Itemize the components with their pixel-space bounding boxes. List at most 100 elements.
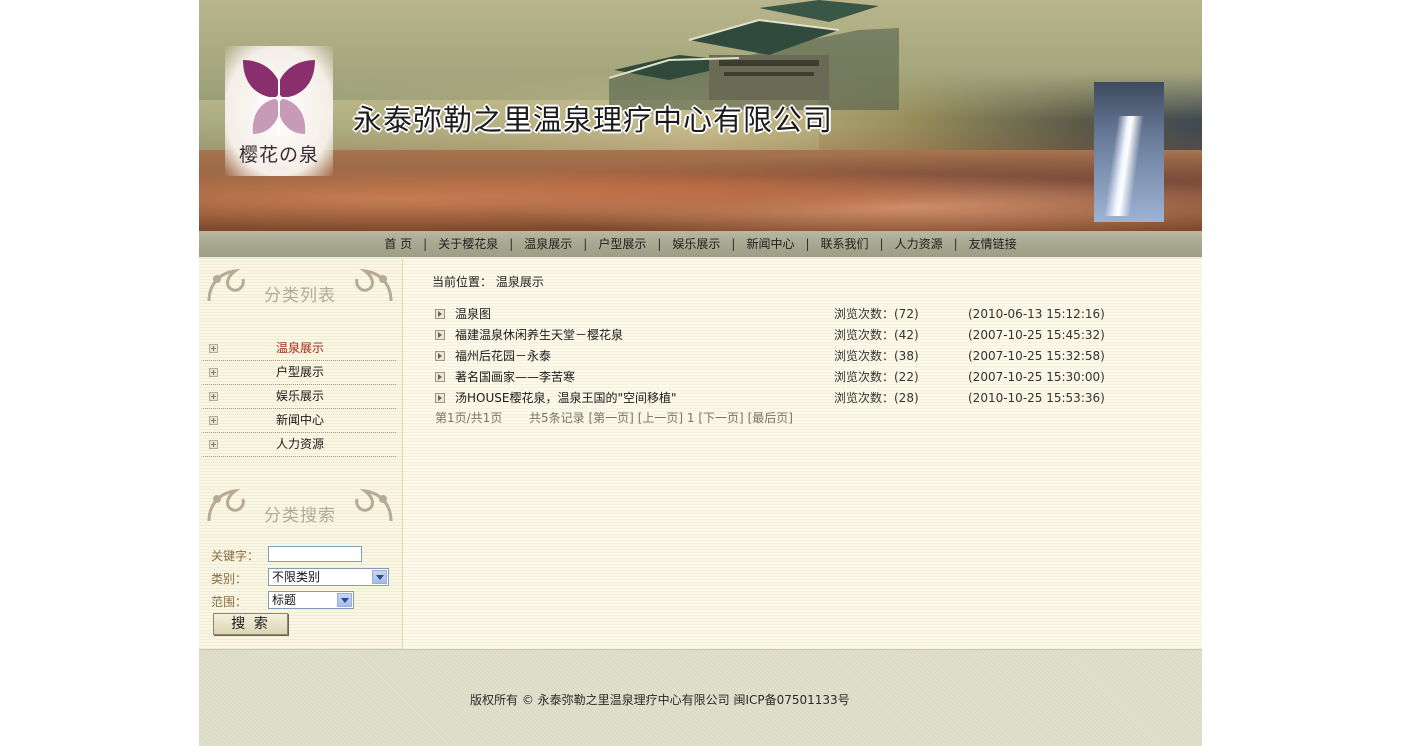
category-label: 类别： [211,572,248,586]
article-row: 福州后花园－永泰 浏览次数：(38) (2007-10-25 15:32:58) [435,346,1115,367]
article-title-link[interactable]: 福建温泉休闲养生天堂－樱花泉 [455,325,623,346]
nav-item[interactable]: 新闻中心 [746,237,794,251]
article-title-link[interactable]: 汤HOUSE樱花泉，温泉王国的"空间移植" [455,388,677,409]
expand-plus-icon [209,344,218,353]
main-content: 当前位置： 温泉展示 温泉图 浏览次数：(72) (2010-06-13 15:12… [403,259,1202,649]
article-title-link[interactable]: 福州后花园－永泰 [455,346,551,367]
article-date: (2010-10-25 15:53:36) [968,391,1105,405]
category-list-title: 分类列表 [264,286,336,306]
category-select-value: 不限类别 [272,570,321,584]
nav-item[interactable]: 首 页 [384,237,412,251]
category-item-label[interactable]: 新闻中心 [276,409,324,432]
category-row: 类别： 不限类别 [211,568,397,591]
arrow-bullet-icon [435,393,445,403]
main-nav: 首 页 | 关于樱花泉 | 温泉展示 | 户型展示 | 娱乐展示 | 新闻中心 | 联系我们 | 人力资源 |… [199,231,1202,259]
keyword-input[interactable] [268,546,362,562]
logo-text: 樱花の泉 [238,144,319,166]
nav-item[interactable]: 人力资源 [895,237,943,251]
category-item-label[interactable]: 温泉展示 [276,337,324,360]
article-row: 汤HOUSE樱花泉，温泉王国的"空间移植" 浏览次数：(28) (2010-10-2… [435,388,1115,409]
nav-separator: | [731,237,736,251]
nav-separator: | [953,237,958,251]
category-item-label[interactable]: 户型展示 [276,361,324,384]
category-item[interactable]: 新闻中心 [203,409,396,433]
next-page-link[interactable]: [下一页] [698,411,743,425]
breadcrumb: 当前位置： 温泉展示 [432,275,544,289]
record-count: 共5条记录 [529,411,585,425]
page: 樱花の泉 永泰弥勒之里温泉理疗中心有限公司 首 页 | 关于樱花泉 | 温泉展示 | 户型展… [199,0,1202,746]
current-page: 1 [686,411,695,425]
nav-item[interactable]: 联系我们 [821,237,869,251]
dropdown-arrow-icon[interactable] [372,570,387,584]
nav-item[interactable]: 友情链接 [969,237,1017,251]
temple-illustration [609,0,899,110]
nav-separator: | [879,237,884,251]
expand-plus-icon [209,416,218,425]
article-row: 温泉图 浏览次数：(72) (2010-06-13 15:12:16) [435,304,1115,325]
nav-separator: | [423,237,428,251]
category-item[interactable]: 人力资源 [203,433,396,457]
company-title: 永泰弥勒之里温泉理疗中心有限公司 [353,103,834,137]
article-row: 著名国画家——李苦寒 浏览次数：(22) (2007-10-25 15:30:00) [435,367,1115,388]
dropdown-arrow-icon[interactable] [337,593,352,607]
article-views: 浏览次数：(28) [834,391,919,405]
expand-plus-icon [209,392,218,401]
search-form: 关键字： 类别： 不限类别 范围： 标题 搜 索 [211,545,397,635]
copyright-text: 版权所有 © 永泰弥勒之里温泉理疗中心有限公司 闽ICP备07501133号 [470,693,850,707]
category-list-heading: 分类列表 [205,265,395,313]
first-page-link[interactable]: [第一页] [589,411,634,425]
scope-select[interactable]: 标题 [268,591,354,609]
article-list: 温泉图 浏览次数：(72) (2010-06-13 15:12:16) 福建温泉休闲养… [435,304,1115,409]
nav-item[interactable]: 娱乐展示 [672,237,720,251]
keyword-label: 关键字： [211,549,260,563]
article-title-link[interactable]: 著名国画家——李苦寒 [455,367,575,388]
nav-separator: | [657,237,662,251]
nav-item[interactable]: 关于樱花泉 [438,237,498,251]
article-row: 福建温泉休闲养生天堂－樱花泉 浏览次数：(42) (2007-10-25 15:45… [435,325,1115,346]
nav-separator: | [583,237,588,251]
article-date: (2007-10-25 15:32:58) [968,349,1105,363]
category-list: 温泉展示 户型展示 娱乐展示 新闻中心 人力资源 [203,337,396,457]
prev-page-link[interactable]: [上一页] [638,411,683,425]
article-views: 浏览次数：(38) [834,349,919,363]
expand-plus-icon [209,368,218,377]
category-item-label[interactable]: 人力资源 [276,433,324,456]
keyword-row: 关键字： [211,545,397,568]
category-select[interactable]: 不限类别 [268,568,389,586]
arrow-bullet-icon [435,309,445,319]
article-views: 浏览次数：(72) [834,307,919,321]
footer: 版权所有 © 永泰弥勒之里温泉理疗中心有限公司 闽ICP备07501133号 [199,649,1202,746]
nav-separator: | [805,237,810,251]
article-date: (2010-06-13 15:12:16) [968,307,1105,321]
article-date: (2007-10-25 15:45:32) [968,328,1105,342]
scope-select-value: 标题 [272,593,297,607]
nav-item[interactable]: 户型展示 [598,237,646,251]
arrow-bullet-icon [435,330,445,340]
sakura-logo-icon [243,60,315,136]
sidebar: 分类列表 温泉展示 户型展示 娱乐展示 新闻中心 人力资源 分类搜索 关键字： 类别： [199,259,403,649]
site-logo[interactable]: 樱花の泉 [225,46,333,176]
arrow-bullet-icon [435,351,445,361]
category-item[interactable]: 温泉展示 [203,337,396,361]
category-item-label[interactable]: 娱乐展示 [276,385,324,408]
page-info: 第1页/共1页 [435,411,503,425]
last-page-link[interactable]: [最后页] [748,411,793,425]
scope-label: 范围： [211,595,248,609]
scope-row: 范围： 标题 [211,591,397,614]
nav-item[interactable]: 温泉展示 [524,237,572,251]
article-date: (2007-10-25 15:30:00) [968,370,1105,384]
nav-separator: | [509,237,514,251]
header-banner: 樱花の泉 永泰弥勒之里温泉理疗中心有限公司 [199,0,1202,231]
article-views: 浏览次数：(42) [834,328,919,342]
category-item[interactable]: 户型展示 [203,361,396,385]
category-search-title: 分类搜索 [264,506,336,526]
category-search-heading: 分类搜索 [205,485,395,533]
arrow-bullet-icon [435,372,445,382]
article-views: 浏览次数：(22) [834,370,919,384]
pagination: 第1页/共1页 共5条记录 [第一页] [上一页] 1 [下一页] [最后页] [435,409,793,426]
article-title-link[interactable]: 温泉图 [455,304,491,325]
search-button[interactable]: 搜 索 [213,613,288,635]
expand-plus-icon [209,440,218,449]
banner-foliage [199,150,1202,231]
category-item[interactable]: 娱乐展示 [203,385,396,409]
